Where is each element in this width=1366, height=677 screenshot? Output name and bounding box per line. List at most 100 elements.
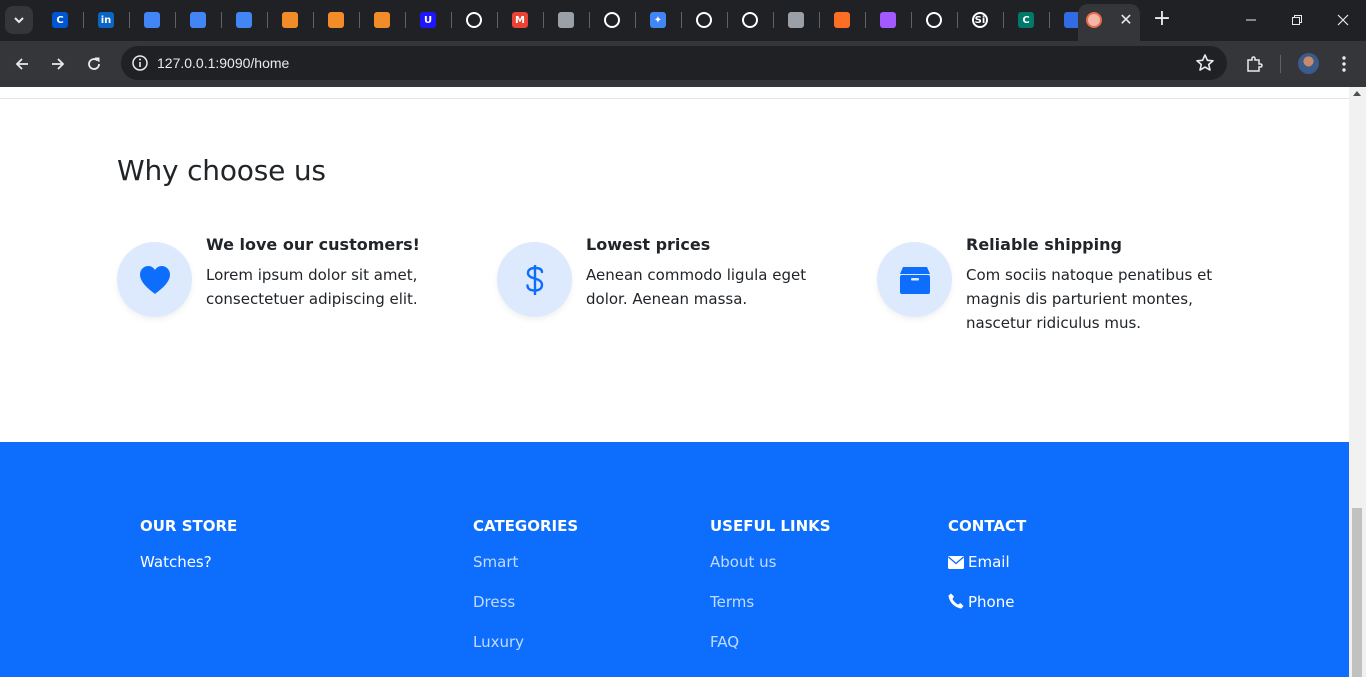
puzzle-icon [1247, 56, 1263, 72]
toolbar-divider [1280, 55, 1281, 73]
footer-link-terms[interactable]: Terms [710, 593, 754, 611]
tab-separator [773, 12, 774, 28]
github-icon [466, 12, 482, 28]
feature-icon-circle [117, 242, 192, 317]
restore-button[interactable] [1274, 0, 1320, 40]
tab-separator [727, 12, 728, 28]
site-footer: OUR STORE Watches? CATEGORIES Smart Dres… [0, 442, 1349, 677]
globe-icon [788, 12, 804, 28]
gemini-icon: ✦ [650, 12, 666, 28]
github-icon [742, 12, 758, 28]
chevron-down-icon [14, 17, 24, 24]
tab-separator [1049, 12, 1050, 28]
tab-separator [405, 12, 406, 28]
back-button[interactable] [8, 50, 36, 78]
reload-icon [88, 57, 100, 70]
tab-separator [175, 12, 176, 28]
profile-avatar[interactable] [1298, 53, 1319, 74]
pinned-tab[interactable] [555, 9, 577, 31]
pinned-tab[interactable]: in [95, 9, 117, 31]
arrow-left-icon [15, 58, 28, 70]
orange-cube-icon [328, 12, 344, 28]
pinned-tab[interactable]: M [509, 9, 531, 31]
pinned-tab[interactable] [187, 9, 209, 31]
google-cloud-icon [190, 12, 206, 28]
scroll-up-icon[interactable] [1353, 91, 1361, 96]
footer-link-faq[interactable]: FAQ [710, 633, 739, 651]
pinned-tab[interactable]: ✦ [647, 9, 669, 31]
pinned-tab[interactable]: C [49, 9, 71, 31]
pinned-tab[interactable] [831, 9, 853, 31]
pinned-tab[interactable]: Si [969, 9, 991, 31]
feature-icon-circle [497, 242, 572, 317]
footer-col-useful-links: USEFUL LINKS About us Terms FAQ [710, 517, 831, 651]
tab-separator [865, 12, 866, 28]
minimize-button[interactable] [1228, 0, 1274, 40]
pinned-tab[interactable] [463, 9, 485, 31]
tab-separator [681, 12, 682, 28]
feature-title: Reliable shipping [966, 235, 1122, 254]
browser-menu-button[interactable] [1333, 53, 1355, 75]
pinned-tab[interactable] [141, 9, 163, 31]
pinned-tab[interactable]: C [1015, 9, 1037, 31]
tab-separator [1003, 12, 1004, 28]
footer-link-phone[interactable]: Phone [948, 593, 1014, 611]
browser-tab-strip: Cin U M ✦ Si C ✕ + [0, 0, 1366, 41]
close-tab-icon[interactable]: ✕ [1116, 10, 1136, 30]
footer-heading: USEFUL LINKS [710, 517, 831, 535]
tab-separator [83, 12, 84, 28]
url-text[interactable]: 127.0.0.1:9090/home [157, 55, 289, 71]
pinned-tab[interactable] [601, 9, 623, 31]
pinned-tab[interactable] [877, 9, 899, 31]
tab-search-button[interactable] [5, 6, 33, 34]
feature-title: We love our customers! [206, 235, 420, 254]
site-info-icon[interactable] [131, 54, 149, 72]
footer-heading: CATEGORIES [473, 517, 579, 535]
pinned-tab[interactable] [923, 9, 945, 31]
reload-button[interactable] [80, 50, 108, 78]
youtube-icon [558, 12, 574, 28]
google-cloud-icon [236, 12, 252, 28]
scrollbar-thumb[interactable] [1352, 508, 1362, 677]
divider [0, 98, 1349, 99]
footer-link-smart[interactable]: Smart [473, 553, 518, 571]
heart-icon [139, 265, 170, 294]
pinned-tab[interactable] [371, 9, 393, 31]
page-viewport: Why choose us We love our customers! Lor… [0, 87, 1349, 677]
new-tab-button[interactable]: + [1150, 8, 1174, 32]
extensions-button[interactable] [1243, 53, 1265, 75]
address-bar[interactable]: 127.0.0.1:9090/home [121, 46, 1227, 80]
pinned-tab[interactable] [785, 9, 807, 31]
restore-icon [1292, 15, 1302, 25]
footer-link-email[interactable]: Email [948, 553, 1010, 571]
bookmark-star-icon[interactable] [1195, 53, 1215, 73]
footer-col-contact: CONTACT Email Phone [948, 517, 1027, 611]
feature-text: Aenean commodo ligula eget dolor. Aenean… [586, 266, 807, 308]
active-tab[interactable]: ✕ [1078, 4, 1140, 41]
pinned-tab[interactable] [739, 9, 761, 31]
footer-link-luxury[interactable]: Luxury [473, 633, 524, 651]
pinned-tab[interactable] [279, 9, 301, 31]
arrow-right-icon [52, 58, 65, 70]
gmail-icon: M [512, 12, 528, 28]
footer-link-about[interactable]: About us [710, 553, 776, 571]
footer-col-store: OUR STORE Watches? [140, 517, 237, 571]
feature-text: Com sociis natoque penatibus et magnis d… [966, 266, 1213, 332]
footer-link-watches[interactable]: Watches? [140, 553, 212, 571]
pinned-tab[interactable]: U [417, 9, 439, 31]
footer-link-label: Phone [968, 593, 1015, 611]
footer-link-dress[interactable]: Dress [473, 593, 515, 611]
feature-text: Lorem ipsum dolor sit amet, consectetuer… [206, 266, 418, 308]
feature-icon-circle [877, 242, 952, 317]
tab-separator [635, 12, 636, 28]
tab-separator [129, 12, 130, 28]
pinned-tab[interactable] [693, 9, 715, 31]
envelope-icon [948, 556, 964, 569]
forward-button[interactable] [44, 50, 72, 78]
footer-col-categories: CATEGORIES Smart Dress Luxury [473, 517, 579, 651]
footer-heading: CONTACT [948, 517, 1027, 535]
page-scrollbar[interactable] [1349, 87, 1366, 677]
pinned-tab[interactable] [233, 9, 255, 31]
pinned-tab[interactable] [325, 9, 347, 31]
close-window-button[interactable] [1320, 0, 1366, 40]
